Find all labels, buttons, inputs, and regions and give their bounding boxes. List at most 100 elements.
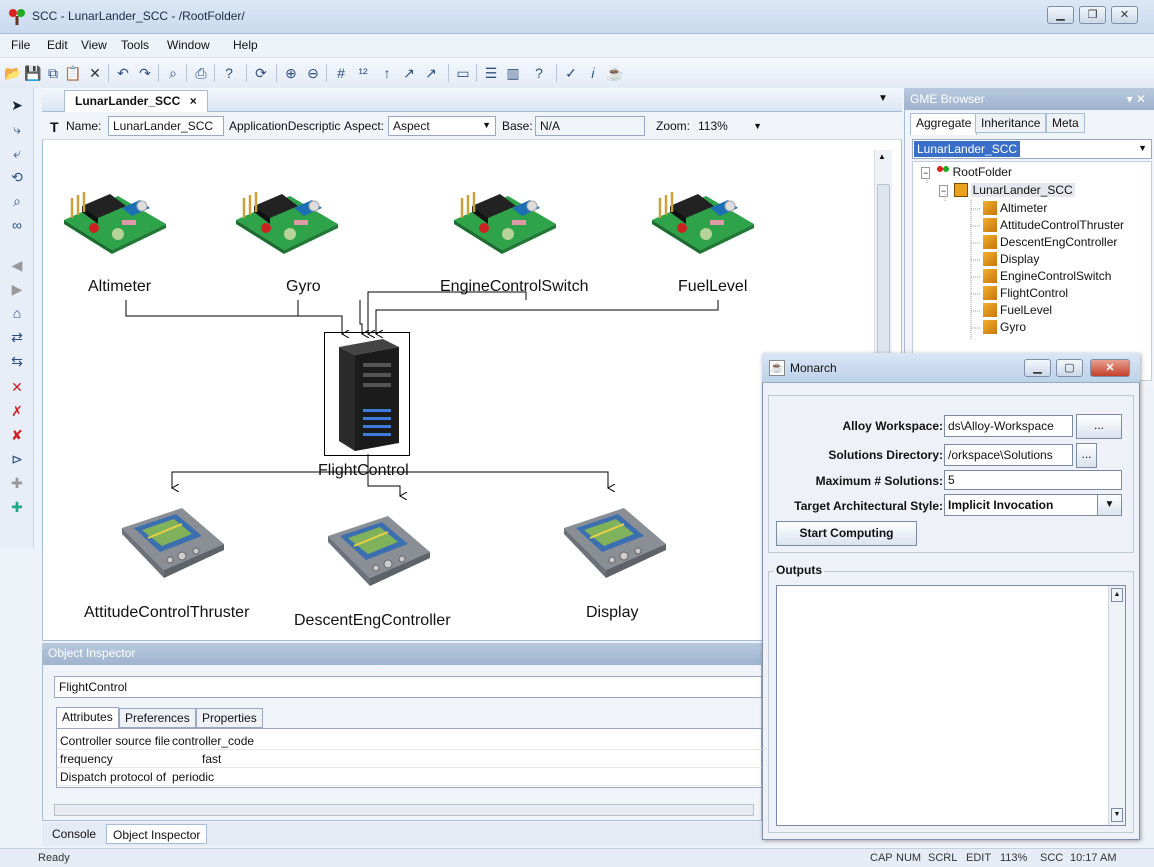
plus-icon[interactable]: ✚: [8, 498, 26, 516]
copy-icon[interactable]: ⧉: [44, 64, 62, 82]
solutions-directory-browse-button[interactable]: ...: [1076, 443, 1097, 468]
cycle-all-icon[interactable]: ⇆: [8, 352, 26, 370]
save-icon[interactable]: 💾: [24, 64, 42, 82]
tree-node-flight-control[interactable]: FlightControl: [983, 285, 1068, 302]
table-row[interactable]: frequency fast: [57, 750, 763, 768]
tree-node-display[interactable]: Display: [983, 251, 1039, 268]
menu-help[interactable]: Help: [233, 38, 258, 52]
maximize-button[interactable]: ❐: [1079, 6, 1106, 24]
tree-node-descent-controller[interactable]: DescentEngController: [983, 234, 1117, 251]
alloy-workspace-browse-button[interactable]: ...: [1076, 414, 1122, 439]
close-button[interactable]: ✕: [1111, 6, 1138, 24]
print-icon[interactable]: ⎙: [192, 64, 210, 82]
zoom-in-icon[interactable]: ⊕: [282, 64, 300, 82]
tree-node-gyro[interactable]: Gyro: [983, 319, 1026, 336]
undo-icon[interactable]: ↶: [114, 64, 132, 82]
tab-aggregate[interactable]: Aggregate: [910, 113, 978, 135]
disconnect-icon[interactable]: ⤶: [8, 144, 26, 162]
attribute-value[interactable]: periodic: [172, 770, 214, 784]
inspector-scrollbar[interactable]: [54, 804, 754, 816]
tab-attributes[interactable]: Attributes: [56, 707, 119, 729]
delete-x-icon[interactable]: ✕: [8, 378, 26, 396]
tab-object-inspector[interactable]: Object Inspector: [106, 824, 208, 844]
monarch-minimize-button[interactable]: ▁: [1024, 359, 1051, 377]
editor-tab[interactable]: LunarLander_SCC ×: [64, 90, 208, 112]
attitude-thruster-node-icon[interactable]: [112, 504, 232, 584]
arrow-forward-icon[interactable]: ↗: [400, 64, 418, 82]
zoom-icon[interactable]: ⌕: [8, 192, 26, 210]
max-solutions-field[interactable]: 5: [944, 470, 1122, 490]
zoom-out-icon[interactable]: ⊖: [304, 64, 322, 82]
tree-node-fuel-level[interactable]: FuelLevel: [983, 302, 1052, 319]
numbering-icon[interactable]: ¹²: [354, 64, 372, 82]
help-icon[interactable]: ?: [220, 64, 238, 82]
tree-node-lunarlander[interactable]: − LunarLander_SCC: [939, 182, 1075, 199]
monarch-close-button[interactable]: ✕: [1090, 359, 1130, 377]
display-node-icon[interactable]: [554, 504, 674, 584]
gyro-node-icon[interactable]: [232, 176, 342, 256]
fuel-level-node-icon[interactable]: [648, 176, 758, 256]
tree-node-engine-switch[interactable]: EngineControlSwitch: [983, 268, 1111, 285]
visualize-icon[interactable]: ∞: [8, 216, 26, 234]
connect-icon[interactable]: ⤷: [8, 120, 26, 138]
tree-node-attitude-thruster[interactable]: AttitudeControlThruster: [983, 217, 1124, 234]
arrow-up-icon[interactable]: ↑: [378, 64, 396, 82]
engine-switch-node-icon[interactable]: [450, 176, 560, 256]
split-vertical-icon[interactable]: ▥: [504, 64, 522, 82]
arrow-forward2-icon[interactable]: ↗: [422, 64, 440, 82]
paste-icon[interactable]: 📋: [64, 64, 82, 82]
minimize-button[interactable]: ▁: [1047, 6, 1074, 24]
browser-object-select[interactable]: LunarLander_SCC ▼: [912, 139, 1152, 159]
object-name-field[interactable]: FlightControl: [54, 676, 762, 698]
style-dropdown-button[interactable]: ▼: [1097, 494, 1122, 516]
zoom-select[interactable]: 113% ▼: [696, 117, 762, 137]
cycle-aspect-icon[interactable]: ⇄: [8, 328, 26, 346]
split-horizontal-icon[interactable]: ☰: [482, 64, 500, 82]
scroll-up-icon[interactable]: ▲: [878, 152, 886, 161]
architectural-style-select[interactable]: Implicit Invocation: [944, 494, 1098, 516]
solutions-directory-field[interactable]: /orkspace\Solutions: [944, 444, 1073, 466]
scroll-down-icon[interactable]: ▼: [1111, 808, 1123, 822]
pointer-icon[interactable]: ➤: [8, 96, 26, 114]
outputs-text-area[interactable]: ▲ ▼: [776, 585, 1126, 826]
tab-properties[interactable]: Properties: [196, 708, 263, 728]
tab-console[interactable]: Console: [46, 824, 102, 844]
panel-icon[interactable]: ▭: [454, 64, 472, 82]
aspect-select[interactable]: Aspect ▼: [388, 116, 496, 136]
menu-file[interactable]: File: [11, 38, 30, 52]
back-icon[interactable]: ◀: [8, 256, 26, 274]
flight-control-node[interactable]: [324, 332, 410, 456]
tab-preferences[interactable]: Preferences: [119, 708, 196, 728]
info-icon[interactable]: 𝑖: [584, 64, 602, 82]
close-tab-icon[interactable]: ×: [190, 94, 197, 108]
attribute-value[interactable]: controller_code: [172, 734, 254, 748]
start-computing-button[interactable]: Start Computing: [776, 521, 917, 546]
panel-options-icon[interactable]: ▾ ✕: [1127, 92, 1146, 106]
menu-edit[interactable]: Edit: [47, 38, 68, 52]
descent-controller-node-icon[interactable]: [318, 512, 438, 592]
grid-icon[interactable]: #: [332, 64, 350, 82]
plus-disabled-icon[interactable]: ✚: [8, 474, 26, 492]
attribute-value[interactable]: fast: [202, 752, 221, 766]
table-row[interactable]: Dispatch protocol of periodic: [57, 768, 763, 786]
altimeter-node-icon[interactable]: [60, 176, 170, 256]
find-icon[interactable]: ⌕: [164, 64, 182, 82]
tab-inheritance[interactable]: Inheritance: [975, 113, 1047, 133]
open-icon[interactable]: 📂: [4, 64, 22, 82]
name-field[interactable]: LunarLander_SCC: [108, 116, 224, 136]
monarch-maximize-button[interactable]: ▢: [1056, 359, 1083, 377]
diagram-canvas[interactable]: Altimeter Gyro EngineControlSwitch FuelL…: [46, 150, 874, 636]
menu-tools[interactable]: Tools: [121, 38, 149, 52]
menu-window[interactable]: Window: [167, 38, 210, 52]
help2-icon[interactable]: ?: [530, 64, 548, 82]
scroll-up-icon[interactable]: ▲: [1111, 588, 1123, 602]
delete-star-icon[interactable]: ✗: [8, 402, 26, 420]
tree-node-rootfolder[interactable]: − RootFolder: [921, 164, 1012, 181]
tab-meta[interactable]: Meta: [1046, 113, 1085, 133]
delete-icon[interactable]: ✕: [86, 64, 104, 82]
set-mode-icon[interactable]: ⟲: [8, 168, 26, 186]
redo-icon[interactable]: ↷: [136, 64, 154, 82]
table-row[interactable]: Controller source file controller_code: [57, 732, 763, 750]
refresh-icon[interactable]: ⟳: [252, 64, 270, 82]
java-icon[interactable]: ☕: [606, 64, 624, 82]
